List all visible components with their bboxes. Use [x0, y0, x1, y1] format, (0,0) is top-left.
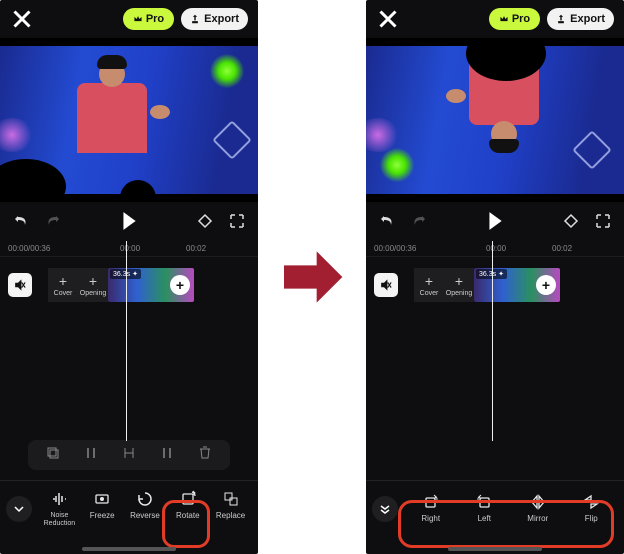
play-button[interactable]: [486, 212, 504, 230]
freeze-tool[interactable]: Freeze: [83, 490, 121, 527]
crown-icon: [133, 14, 143, 24]
keyframe-button[interactable]: [562, 212, 580, 230]
transition-arrow-gap: [258, 0, 366, 554]
arrow-right-icon: [277, 242, 347, 312]
timeline[interactable]: +Cover +Opening 36.3s ✦ +: [0, 256, 258, 310]
export-label: Export: [204, 13, 239, 25]
mute-button[interactable]: [8, 273, 32, 297]
keyframe-button[interactable]: [196, 212, 214, 230]
bottom-toolbar: Noise Reduction Freeze Reverse Rotate Re…: [0, 480, 258, 536]
bottom-toolbar: Right Left Mirror Flip: [366, 480, 624, 536]
time-current: 00:00: [8, 244, 28, 253]
cover-label: Cover: [420, 290, 439, 297]
playback-controls: [366, 202, 624, 240]
add-clip-button[interactable]: +: [536, 275, 556, 295]
home-indicator: [82, 547, 176, 551]
opening-label: Opening: [446, 290, 472, 297]
flip-tool[interactable]: Flip: [572, 493, 610, 524]
undo-button[interactable]: [378, 212, 396, 230]
crown-icon: [499, 14, 509, 24]
opening-label: Opening: [80, 290, 106, 297]
split-left-button[interactable]: [83, 445, 99, 466]
add-opening-button[interactable]: +Opening: [444, 268, 474, 302]
playhead[interactable]: [492, 241, 493, 441]
pro-button[interactable]: Pro: [489, 8, 540, 30]
clip-duration: 36.3s: [113, 271, 130, 278]
pro-label: Pro: [146, 13, 164, 25]
rotate-right-tool[interactable]: Right: [412, 493, 450, 524]
top-bar: Pro Export: [0, 0, 258, 38]
timeline[interactable]: +Cover +Opening 36.3s ✦ +: [366, 256, 624, 310]
close-button[interactable]: [376, 7, 400, 31]
time-total: 00:36: [30, 244, 50, 253]
delete-button[interactable]: [197, 445, 213, 466]
tick-0000: 00:00: [120, 244, 140, 253]
rotate-tool[interactable]: Rotate: [169, 490, 207, 527]
add-cover-button[interactable]: +Cover: [48, 268, 78, 302]
phone-before: Pro Export: [0, 0, 258, 554]
rotate-left-tool[interactable]: Left: [465, 493, 503, 524]
collapse-button[interactable]: [6, 496, 32, 522]
duplicate-button[interactable]: [45, 445, 61, 466]
export-label: Export: [570, 13, 605, 25]
redo-button[interactable]: [410, 212, 428, 230]
video-preview[interactable]: [0, 38, 258, 202]
add-clip-button[interactable]: +: [170, 275, 190, 295]
video-clip[interactable]: 36.3s ✦ +: [474, 268, 560, 302]
close-icon: [376, 7, 400, 31]
clip-duration: 36.3s: [479, 271, 496, 278]
tick-0000: 00:00: [486, 244, 506, 253]
fullscreen-button[interactable]: [228, 212, 246, 230]
playhead[interactable]: [126, 241, 127, 441]
split-right-button[interactable]: [159, 445, 175, 466]
close-button[interactable]: [10, 7, 34, 31]
collapse-button[interactable]: [372, 496, 398, 522]
pro-button[interactable]: Pro: [123, 8, 174, 30]
export-icon: [190, 14, 200, 24]
video-preview[interactable]: [366, 38, 624, 202]
mirror-tool[interactable]: Mirror: [519, 493, 557, 524]
redo-button[interactable]: [44, 212, 62, 230]
pro-label: Pro: [512, 13, 530, 25]
home-indicator: [448, 547, 542, 551]
edit-actions-row: [28, 440, 230, 470]
close-icon: [10, 7, 34, 31]
noise-reduction-tool[interactable]: Noise Reduction: [40, 490, 78, 527]
tick-0002: 00:02: [552, 244, 572, 253]
cover-label: Cover: [54, 290, 73, 297]
time-ruler: 00:00/00:36 00:00 00:02: [0, 240, 258, 256]
mute-button[interactable]: [374, 273, 398, 297]
split-button[interactable]: [121, 445, 137, 466]
undo-button[interactable]: [12, 212, 30, 230]
time-total: 00:36: [396, 244, 416, 253]
reverse-tool[interactable]: Reverse: [126, 490, 164, 527]
add-opening-button[interactable]: +Opening: [78, 268, 108, 302]
export-button[interactable]: Export: [547, 8, 614, 30]
export-button[interactable]: Export: [181, 8, 248, 30]
replace-tool[interactable]: Replace: [212, 490, 250, 527]
fullscreen-button[interactable]: [594, 212, 612, 230]
tick-0002: 00:02: [186, 244, 206, 253]
playback-controls: [0, 202, 258, 240]
top-bar: Pro Export: [366, 0, 624, 38]
time-current: 00:00: [374, 244, 394, 253]
export-icon: [556, 14, 566, 24]
play-button[interactable]: [120, 212, 138, 230]
video-clip[interactable]: 36.3s ✦ +: [108, 268, 194, 302]
time-ruler: 00:00/00:36 00:00 00:02: [366, 240, 624, 256]
add-cover-button[interactable]: +Cover: [414, 268, 444, 302]
phone-after: Pro Export: [366, 0, 624, 554]
